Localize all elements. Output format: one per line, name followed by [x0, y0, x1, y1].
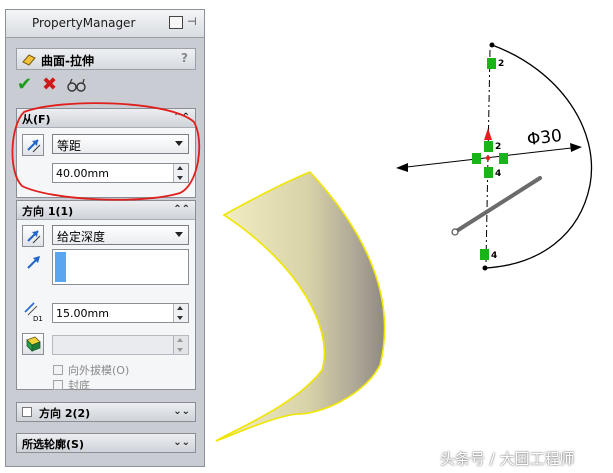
relation-marker [480, 249, 489, 260]
relation-label: 2 [495, 142, 502, 152]
relation-marker [487, 58, 496, 69]
relation-marker [499, 153, 508, 164]
relation-label: 2 [498, 59, 505, 69]
relation-markers [472, 58, 508, 260]
sketch-geometry[interactable] [396, 42, 593, 271]
dimension-arrow-right [570, 143, 582, 152]
relation-marker [472, 153, 481, 164]
extruded-surface[interactable] [215, 171, 386, 442]
relation-label: 4 [495, 169, 502, 179]
arc-endpoint[interactable] [482, 265, 488, 271]
dimension-arrow-left [396, 163, 408, 172]
relation-label: 4 [491, 251, 498, 261]
relation-marker [484, 167, 493, 178]
diameter-dimension-label[interactable]: Φ30 [526, 126, 563, 150]
relation-marker [484, 141, 493, 152]
sketch-origin [485, 155, 491, 161]
direction-endpoint[interactable] [451, 228, 459, 236]
watermark: 头条号 / 大国工程师 [440, 450, 575, 468]
direction-vector-line[interactable] [453, 176, 542, 234]
origin-arrow-icon [484, 128, 492, 140]
arc-endpoint[interactable] [489, 42, 495, 48]
graphics-viewport[interactable] [0, 0, 613, 473]
